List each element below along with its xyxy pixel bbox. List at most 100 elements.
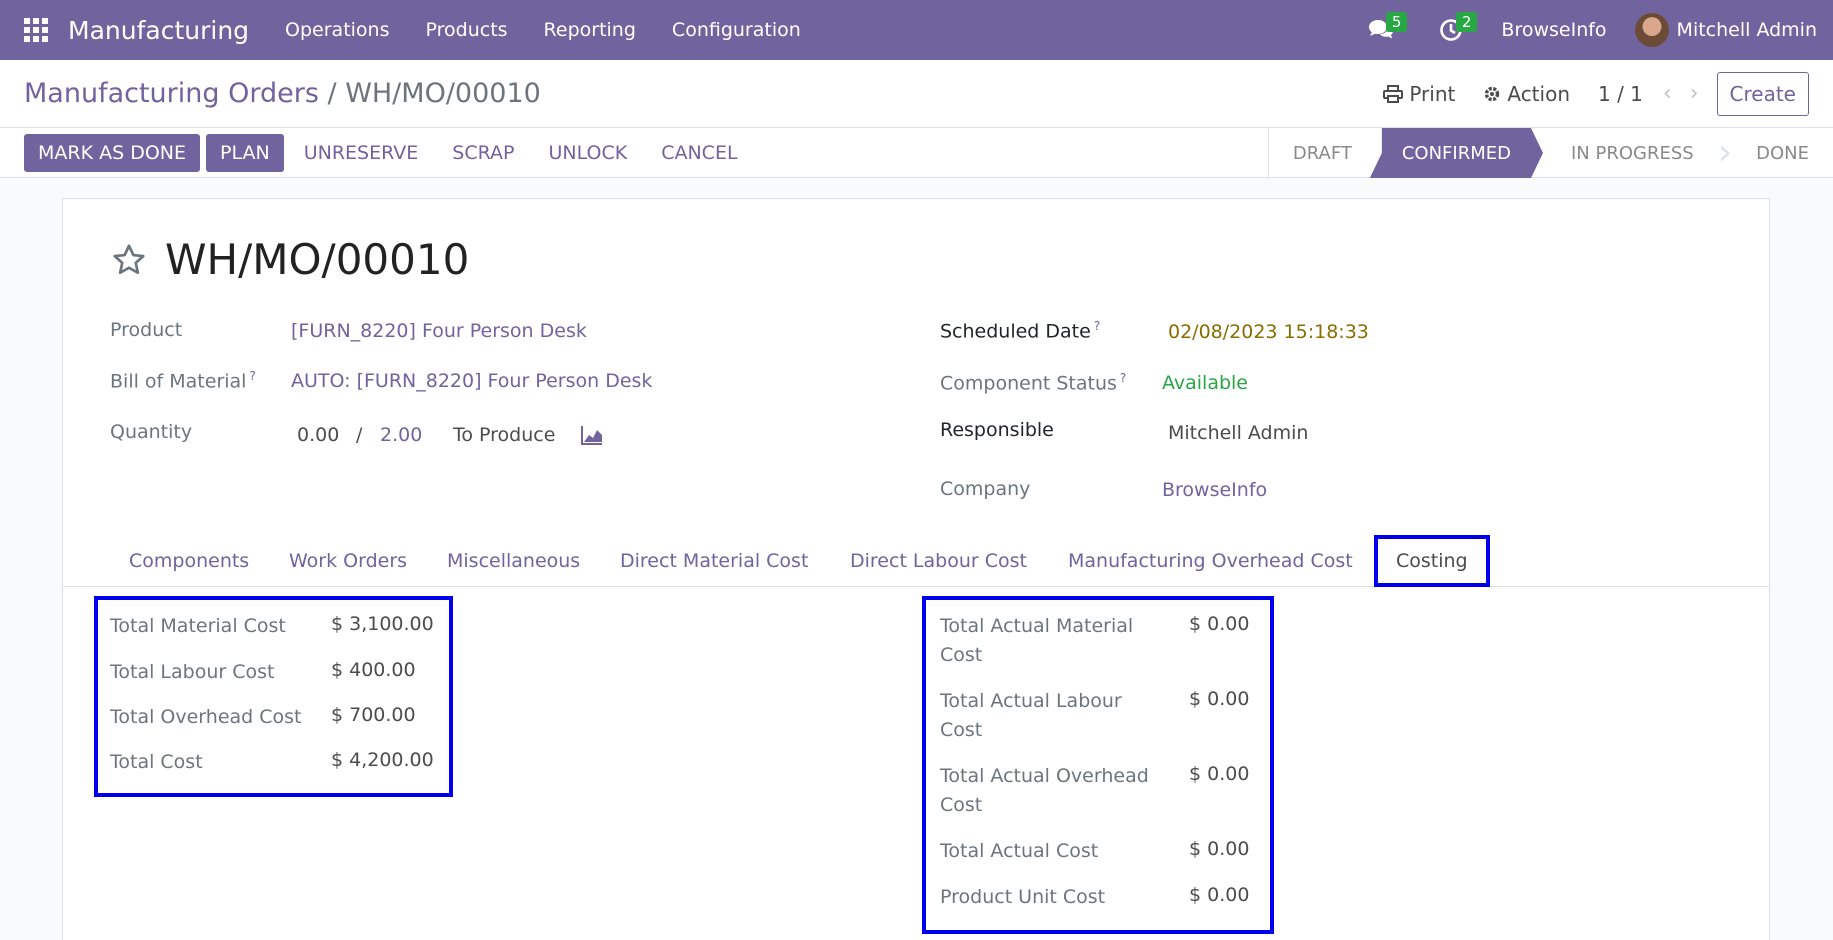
scheduled-date-help-icon[interactable]: ? (1094, 319, 1100, 333)
total-actual-material-cost-label: Total Actual Material Cost (940, 612, 1133, 670)
user-menu[interactable]: Mitchell Admin (1677, 19, 1817, 41)
total-actual-labour-cost-label-line2: Cost (940, 719, 983, 741)
breadcrumb-root[interactable]: Manufacturing Orders (24, 78, 319, 109)
product-unit-cost-label: Product Unit Cost (940, 886, 1106, 908)
apps-menu-icon[interactable] (24, 18, 48, 42)
product-label: Product (110, 319, 183, 341)
responsible-label: Responsible (940, 419, 1054, 441)
breadcrumb: Manufacturing Orders / WH/MO/00010 (24, 78, 541, 109)
unreserve-button[interactable]: UNRESERVE (304, 142, 419, 164)
quantity-total-field[interactable]: 2.00 (380, 424, 422, 446)
notebook-tabs: Components Work Orders Miscellaneous Dir… (63, 535, 1769, 587)
total-actual-overhead-cost-label-line2: Cost (940, 794, 983, 816)
total-actual-material-cost-label-line1: Total Actual Material (940, 615, 1134, 637)
tab-components[interactable]: Components (129, 535, 249, 587)
record-title: WH/MO/00010 (165, 235, 470, 284)
bom-label-text: Bill of Material (110, 370, 247, 393)
component-status-value: Available (1162, 372, 1249, 394)
total-overhead-cost-label: Total Overhead Cost (110, 706, 302, 728)
total-actual-overhead-cost-label: Total Actual Overhead Cost (940, 762, 1149, 820)
stage-done[interactable]: DONE (1732, 128, 1833, 178)
cancel-button[interactable]: CANCEL (661, 142, 737, 164)
create-button[interactable]: Create (1716, 71, 1809, 116)
tab-miscellaneous[interactable]: Miscellaneous (447, 535, 580, 587)
scrap-button[interactable]: SCRAP (452, 142, 514, 164)
scheduled-date-label-text: Scheduled Date (940, 320, 1091, 343)
messages-button[interactable]: 5 (1361, 10, 1408, 50)
action-label: Action (1507, 81, 1570, 106)
activities-button[interactable]: 2 (1431, 10, 1478, 50)
printer-icon (1383, 84, 1404, 103)
total-material-cost-value: $ 3,100.00 (331, 613, 434, 635)
activities-count-badge: 2 (1455, 12, 1478, 32)
total-labour-cost-label: Total Labour Cost (110, 661, 275, 683)
tab-costing[interactable]: Costing (1374, 535, 1490, 587)
total-actual-labour-cost-label: Total Actual Labour Cost (940, 687, 1122, 745)
product-field[interactable]: [FURN_8220] Four Person Desk (291, 320, 587, 342)
bom-help-icon[interactable]: ? (249, 369, 255, 383)
tab-direct-material-cost[interactable]: Direct Material Cost (620, 535, 808, 587)
to-produce-label: To Produce (453, 424, 556, 446)
plan-button[interactable]: PLAN (206, 133, 284, 172)
mark-as-done-button[interactable]: MARK AS DONE (24, 133, 200, 172)
star-icon[interactable] (111, 242, 147, 278)
stage-in-progress[interactable]: IN PROGRESS (1547, 128, 1718, 178)
menu-configuration[interactable]: Configuration (672, 19, 801, 41)
action-button[interactable]: Action (1483, 82, 1570, 106)
breadcrumb-separator: / (327, 78, 337, 109)
responsible-field[interactable]: Mitchell Admin (1168, 422, 1308, 444)
scheduled-date-label: Scheduled Date? (940, 319, 1100, 342)
quantity-produced: 0.00 (297, 424, 340, 446)
scheduled-date-field[interactable]: 02/08/2023 15:18:33 (1168, 321, 1369, 343)
component-status-label-text: Component Status (940, 372, 1117, 395)
component-status-help-icon[interactable]: ? (1120, 371, 1126, 385)
pager-previous-icon[interactable]: ‹ (1663, 81, 1672, 106)
print-label: Print (1409, 81, 1456, 106)
quantity-label: Quantity (110, 421, 193, 443)
menu-reporting[interactable]: Reporting (544, 19, 636, 41)
pager-next-icon[interactable]: › (1690, 81, 1699, 106)
bom-label: Bill of Material? (110, 369, 256, 392)
stage-draft[interactable]: DRAFT (1269, 128, 1376, 178)
top-navbar: Manufacturing Operations Products Report… (0, 0, 1833, 60)
tab-manufacturing-overhead-cost[interactable]: Manufacturing Overhead Cost (1068, 535, 1353, 587)
tab-work-orders[interactable]: Work Orders (289, 535, 407, 587)
total-cost-label: Total Cost (110, 751, 203, 773)
unlock-button[interactable]: UNLOCK (548, 142, 627, 164)
menu-products[interactable]: Products (426, 19, 508, 41)
total-actual-cost-value: $ 0.00 (1189, 838, 1250, 860)
tab-direct-labour-cost[interactable]: Direct Labour Cost (850, 535, 1027, 587)
gear-icon (1485, 86, 1500, 101)
stage-pipeline: DRAFT CONFIRMED IN PROGRESS › DONE (1267, 128, 1833, 178)
total-actual-labour-cost-label-line1: Total Actual Labour (940, 690, 1122, 712)
stage-confirmed[interactable]: CONFIRMED (1370, 128, 1543, 178)
company-field[interactable]: BrowseInfo (1162, 479, 1267, 501)
breadcrumb-current: WH/MO/00010 (345, 78, 541, 109)
bom-field[interactable]: AUTO: [FURN_8220] Four Person Desk (291, 370, 652, 392)
menu-operations[interactable]: Operations (285, 19, 389, 41)
total-actual-overhead-cost-label-line1: Total Actual Overhead (940, 765, 1149, 787)
area-chart-icon[interactable] (581, 425, 603, 445)
quantity-separator: / (356, 424, 363, 446)
product-unit-cost-value: $ 0.00 (1189, 884, 1250, 906)
pager-value[interactable]: 1 / 1 (1598, 82, 1643, 106)
total-labour-cost-value: $ 400.00 (331, 659, 416, 681)
form-sheet: WH/MO/00010 Product [FURN_8220] Four Per… (62, 198, 1770, 940)
total-actual-labour-cost-value: $ 0.00 (1189, 688, 1250, 710)
avatar[interactable] (1634, 13, 1669, 47)
total-actual-cost-label: Total Actual Cost (940, 840, 1099, 862)
print-button[interactable]: Print (1383, 82, 1455, 106)
total-actual-material-cost-value: $ 0.00 (1189, 613, 1250, 635)
messages-count-badge: 5 (1385, 12, 1408, 32)
total-material-cost-label: Total Material Cost (110, 615, 286, 637)
company-switcher[interactable]: BrowseInfo (1501, 19, 1606, 41)
status-bar: MARK AS DONE PLAN UNRESERVE SCRAP UNLOCK… (0, 128, 1833, 178)
component-status-label: Component Status? (940, 371, 1126, 394)
total-actual-material-cost-label-line2: Cost (940, 644, 983, 666)
total-overhead-cost-value: $ 700.00 (331, 704, 416, 726)
total-actual-overhead-cost-value: $ 0.00 (1189, 763, 1250, 785)
control-panel: Manufacturing Orders / WH/MO/00010 Print… (0, 60, 1833, 128)
stage-separator-icon: › (1717, 132, 1733, 173)
app-name[interactable]: Manufacturing (68, 16, 249, 45)
company-label: Company (940, 478, 1031, 500)
